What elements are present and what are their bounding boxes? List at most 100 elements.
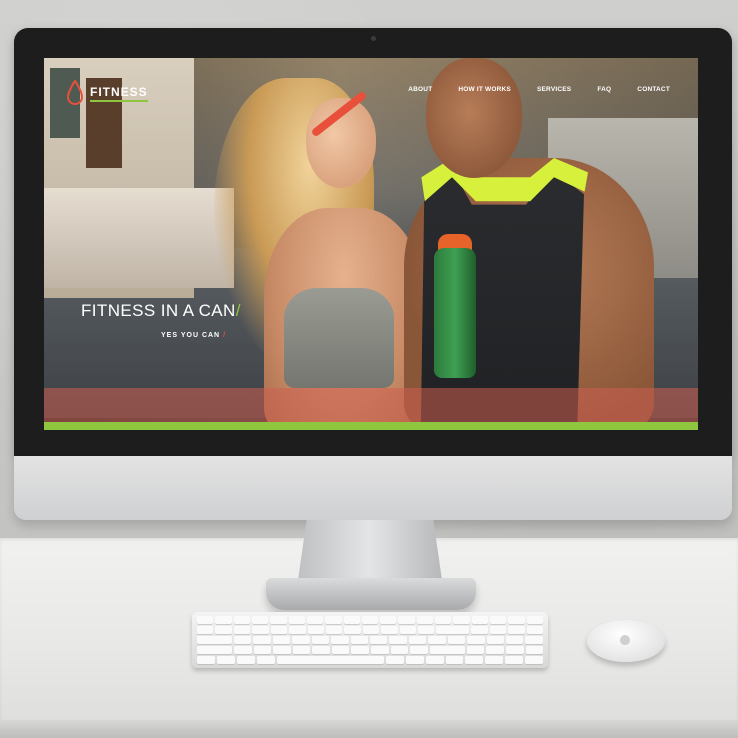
keyboard-key[interactable]: [371, 646, 389, 654]
keyboard-key[interactable]: [380, 616, 397, 624]
keyboard-key[interactable]: [466, 646, 485, 654]
keyboard-key[interactable]: [312, 646, 330, 654]
keyboard-key[interactable]: [361, 616, 379, 624]
keyboard-key[interactable]: [325, 626, 343, 634]
keyboard-key[interactable]: [410, 646, 428, 654]
keyboard-row: [197, 616, 543, 624]
keyboard-key[interactable]: [418, 626, 435, 634]
keyboard-key[interactable]: [197, 656, 215, 664]
keyboard-key[interactable]: [253, 636, 271, 644]
keyboard-key[interactable]: [215, 616, 232, 624]
keyboard-key[interactable]: [525, 646, 544, 654]
keyboard-key[interactable]: [288, 616, 305, 624]
keyboard-key[interactable]: [197, 616, 214, 624]
keyboard-key[interactable]: [416, 616, 434, 624]
keyboard-key[interactable]: [399, 626, 417, 634]
keyboard-key[interactable]: [270, 626, 288, 634]
keyboard-key[interactable]: [436, 626, 470, 634]
keyboard-key[interactable]: [489, 626, 507, 634]
keyboard-key[interactable]: [471, 616, 488, 624]
keyboard-key[interactable]: [445, 656, 464, 664]
keyboard-key[interactable]: [351, 646, 370, 654]
keyboard-key[interactable]: [525, 636, 543, 644]
keyboard[interactable]: [192, 612, 548, 668]
keyboard-key[interactable]: [505, 656, 524, 664]
keyboard-key[interactable]: [508, 626, 525, 634]
keyboard-key[interactable]: [331, 646, 350, 654]
nav-how-it-works[interactable]: HOW IT WORKS: [458, 86, 511, 93]
nav-about[interactable]: ABOUT: [408, 86, 432, 93]
keyboard-key[interactable]: [253, 646, 272, 654]
keyboard-key[interactable]: [311, 636, 330, 644]
keyboard-key[interactable]: [273, 646, 291, 654]
keyboard-key[interactable]: [343, 616, 360, 624]
keyboard-key[interactable]: [389, 636, 407, 644]
keyboard-key[interactable]: [369, 636, 388, 644]
keyboard-key[interactable]: [292, 646, 311, 654]
keyboard-key[interactable]: [344, 626, 361, 634]
keyboard-key[interactable]: [197, 626, 214, 634]
keyboard-key[interactable]: [471, 626, 488, 634]
keyboard-key[interactable]: [525, 656, 544, 664]
mouse[interactable]: [587, 620, 665, 662]
keyboard-key[interactable]: [447, 636, 466, 644]
keyboard-key[interactable]: [490, 616, 507, 624]
keyboard-key[interactable]: [306, 616, 324, 624]
monitor-stand-neck: [298, 520, 442, 580]
keyboard-key[interactable]: [385, 656, 404, 664]
nav-contact[interactable]: CONTACT: [637, 86, 670, 93]
keyboard-key[interactable]: [508, 616, 525, 624]
keyboard-key[interactable]: [233, 626, 251, 634]
water-bottle: [434, 248, 476, 378]
keyboard-key[interactable]: [486, 646, 504, 654]
keyboard-key[interactable]: [398, 616, 415, 624]
keyboard-key[interactable]: [453, 616, 470, 624]
keyboard-key[interactable]: [505, 646, 524, 654]
keyboard-key[interactable]: [350, 636, 368, 644]
keyboard-key[interactable]: [506, 636, 524, 644]
keyboard-key[interactable]: [408, 636, 427, 644]
site-logo[interactable]: FITNESS: [66, 80, 148, 106]
keyboard-key[interactable]: [429, 646, 465, 654]
keyboard-key[interactable]: [216, 656, 235, 664]
keyboard-key[interactable]: [435, 616, 452, 624]
keyboard-key[interactable]: [289, 626, 306, 634]
keyboard-key[interactable]: [526, 616, 543, 624]
keyboard-key[interactable]: [485, 656, 504, 664]
keyboard-key[interactable]: [465, 656, 484, 664]
keyboard-key[interactable]: [331, 636, 349, 644]
keyboard-key[interactable]: [251, 616, 269, 624]
keyboard-key[interactable]: [362, 626, 380, 634]
keyboard-key[interactable]: [381, 626, 398, 634]
keyboard-key[interactable]: [197, 646, 233, 654]
keyboard-key[interactable]: [526, 626, 544, 634]
keyboard-key[interactable]: [215, 626, 232, 634]
keyboard-key[interactable]: [405, 656, 424, 664]
keyboard-key[interactable]: [486, 636, 505, 644]
keyboard-key[interactable]: [325, 616, 342, 624]
keyboard-key[interactable]: [233, 616, 250, 624]
keyboard-key[interactable]: [467, 636, 485, 644]
keyboard-row: [197, 626, 544, 634]
keyboard-key[interactable]: [272, 636, 291, 644]
keyboard-key[interactable]: [307, 626, 324, 634]
keyboard-key[interactable]: [276, 656, 384, 664]
keyboard-key[interactable]: [234, 646, 252, 654]
keyboard-key[interactable]: [197, 636, 232, 644]
hero-subline[interactable]: YES YOU CAN /: [161, 332, 226, 339]
keyboard-key[interactable]: [233, 636, 252, 644]
nav-services[interactable]: SERVICES: [537, 86, 571, 93]
keyboard-key[interactable]: [390, 646, 409, 654]
woman-sports-bra: [284, 288, 394, 388]
keyboard-row: [197, 656, 544, 664]
keyboard-key[interactable]: [270, 616, 287, 624]
nav-faq[interactable]: FAQ: [597, 86, 611, 93]
keyboard-key[interactable]: [425, 656, 444, 664]
keyboard-key[interactable]: [252, 626, 269, 634]
hero-subline-slash: /: [223, 332, 227, 339]
keyboard-key[interactable]: [236, 656, 255, 664]
brand-name: FITNESS: [90, 85, 148, 102]
keyboard-key[interactable]: [428, 636, 446, 644]
keyboard-key[interactable]: [292, 636, 310, 644]
keyboard-key[interactable]: [256, 656, 275, 664]
